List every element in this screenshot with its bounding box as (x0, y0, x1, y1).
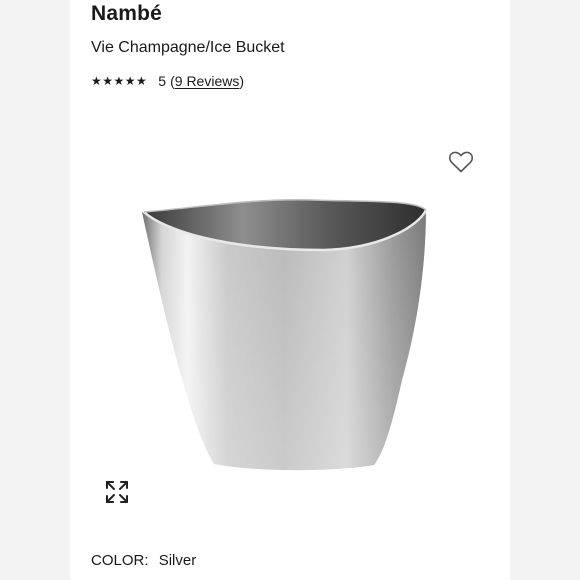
product-image-ice-bucket (134, 190, 454, 480)
reviews-close-paren: ) (239, 73, 245, 89)
rating-stars: ★★★★★ (91, 74, 148, 88)
page: Nambé Vie Champagne/Ice Bucket ★★★★★ 5 (… (0, 0, 580, 580)
expand-image-icon[interactable] (104, 479, 130, 505)
reviews-link[interactable]: 9 Reviews (175, 73, 240, 89)
color-row: COLOR: Silver (91, 552, 196, 569)
brand-name: Nambé (91, 2, 163, 25)
rating-score: 5 (158, 73, 167, 89)
color-value: Silver (158, 552, 197, 569)
product-title: Vie Champagne/Ice Bucket (91, 39, 285, 56)
wishlist-heart-icon[interactable] (448, 150, 474, 174)
rating-row: ★★★★★ 5 ( 9 Reviews ) (91, 73, 244, 89)
color-label: COLOR: (91, 552, 149, 569)
product-card: Nambé Vie Champagne/Ice Bucket ★★★★★ 5 (… (70, 0, 510, 580)
